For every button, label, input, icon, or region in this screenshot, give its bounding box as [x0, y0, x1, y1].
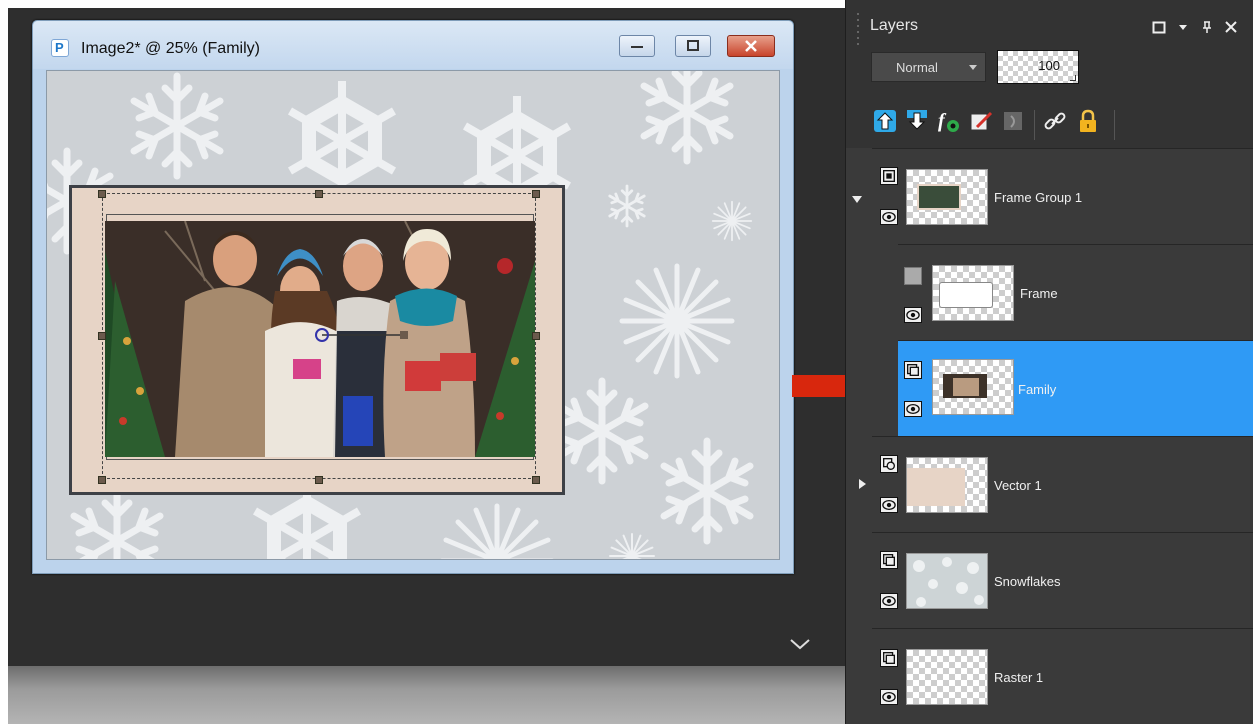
layer-thumbnail: [906, 169, 988, 225]
vector-layer-icon: [880, 455, 898, 473]
raster-layer-icon: [880, 649, 898, 667]
layer-row-snowflakes[interactable]: Snowflakes: [872, 532, 1253, 628]
move-layer-down-icon[interactable]: [903, 107, 931, 135]
lock-icon[interactable]: [1074, 107, 1102, 135]
blend-mode-value: Normal: [896, 60, 938, 75]
document-titlebar[interactable]: P Image2* @ 25% (Family): [33, 21, 793, 69]
blend-mode-dropdown[interactable]: Normal: [871, 52, 986, 82]
layer-row-raster-1[interactable]: Raster 1: [872, 628, 1253, 724]
layers-panel-header: Layers Normal 100 f: [846, 0, 1253, 148]
vector-layer-icon: [904, 267, 922, 285]
visibility-eye-icon[interactable]: [904, 307, 922, 323]
minimize-icon: [631, 46, 643, 48]
toolbar-separator: [1034, 110, 1035, 140]
close-panel-icon[interactable]: [1224, 20, 1238, 34]
move-layer-up-icon[interactable]: [871, 107, 899, 135]
vector-frame[interactable]: [69, 185, 565, 495]
layer-row-frame-group-1[interactable]: Frame Group 1: [872, 148, 1253, 244]
raster-layer-icon: [904, 361, 922, 379]
layer-list: Frame Group 1 Frame Family Vector 1 Snow…: [846, 148, 1253, 724]
document-window: P Image2* @ 25% (Family): [32, 20, 794, 574]
paintshop-app-icon: P: [51, 39, 69, 57]
dropdown-arrow-icon: [969, 65, 977, 70]
visibility-eye-icon[interactable]: [880, 593, 898, 609]
opacity-slider-corner: [1070, 75, 1076, 81]
layer-thumbnail: [932, 359, 1014, 415]
resize-handle[interactable]: [315, 190, 323, 198]
layer-thumbnail: [906, 553, 988, 609]
document-title: Image2* @ 25% (Family): [81, 40, 260, 57]
layer-name: Frame Group 1: [994, 190, 1083, 205]
close-button[interactable]: [727, 35, 775, 57]
resize-handle[interactable]: [532, 190, 540, 198]
layer-name: Family: [1018, 382, 1057, 397]
toolbar-separator: [1114, 110, 1115, 140]
maximize-icon: [687, 40, 699, 51]
resize-handle[interactable]: [315, 476, 323, 484]
resize-handle[interactable]: [98, 332, 106, 340]
maximize-button[interactable]: [675, 35, 711, 57]
layer-row-frame[interactable]: Frame: [898, 244, 1253, 340]
visibility-eye-icon[interactable]: [880, 497, 898, 513]
mask-icon[interactable]: [999, 107, 1027, 135]
panel-menu-icon[interactable]: [1176, 20, 1190, 34]
layer-thumbnail: [906, 457, 988, 513]
workspace-bottom-bar: [8, 666, 845, 724]
raster-layer-icon: [880, 551, 898, 569]
snowflake-thumbnail-image: [913, 557, 984, 607]
resize-handle[interactable]: [98, 190, 106, 198]
layer-name: Frame: [1020, 286, 1058, 301]
pin-icon[interactable]: [1200, 20, 1214, 34]
layer-name: Snowflakes: [994, 574, 1061, 589]
layers-panel: Layers Normal 100 f Frame Group 1 Frame …: [845, 0, 1253, 724]
collapse-group-icon[interactable]: [852, 196, 862, 203]
layer-row-family[interactable]: Family: [898, 340, 1253, 436]
layer-effects-icon[interactable]: f: [935, 107, 963, 135]
close-icon: [745, 40, 757, 52]
visibility-eye-icon[interactable]: [880, 689, 898, 705]
resize-handle[interactable]: [532, 476, 540, 484]
svg-text:f: f: [938, 110, 947, 132]
layer-thumbnail: [932, 265, 1014, 321]
visibility-eye-icon[interactable]: [880, 209, 898, 225]
maximize-panel-icon[interactable]: [1152, 20, 1166, 34]
image-canvas[interactable]: [46, 70, 780, 560]
opacity-value: 100: [1038, 58, 1060, 73]
minimize-button[interactable]: [619, 35, 655, 57]
edit-layer-icon[interactable]: [967, 107, 995, 135]
grip-handle-icon[interactable]: [855, 10, 861, 50]
panel-title: Layers: [870, 17, 919, 34]
layer-name: Vector 1: [994, 478, 1042, 493]
visibility-eye-icon[interactable]: [904, 401, 922, 417]
group-layer-icon: [880, 167, 898, 185]
opacity-field[interactable]: 100: [997, 50, 1079, 84]
rotation-handle[interactable]: [312, 323, 412, 347]
resize-handle[interactable]: [532, 332, 540, 340]
layer-name: Raster 1: [994, 670, 1044, 685]
resize-handle[interactable]: [98, 476, 106, 484]
layer-thumbnail: [906, 649, 988, 705]
expand-group-icon[interactable]: [859, 479, 866, 489]
layer-row-vector-1[interactable]: Vector 1: [872, 436, 1253, 532]
chevron-down-icon[interactable]: [788, 636, 812, 652]
link-icon[interactable]: [1041, 107, 1069, 135]
